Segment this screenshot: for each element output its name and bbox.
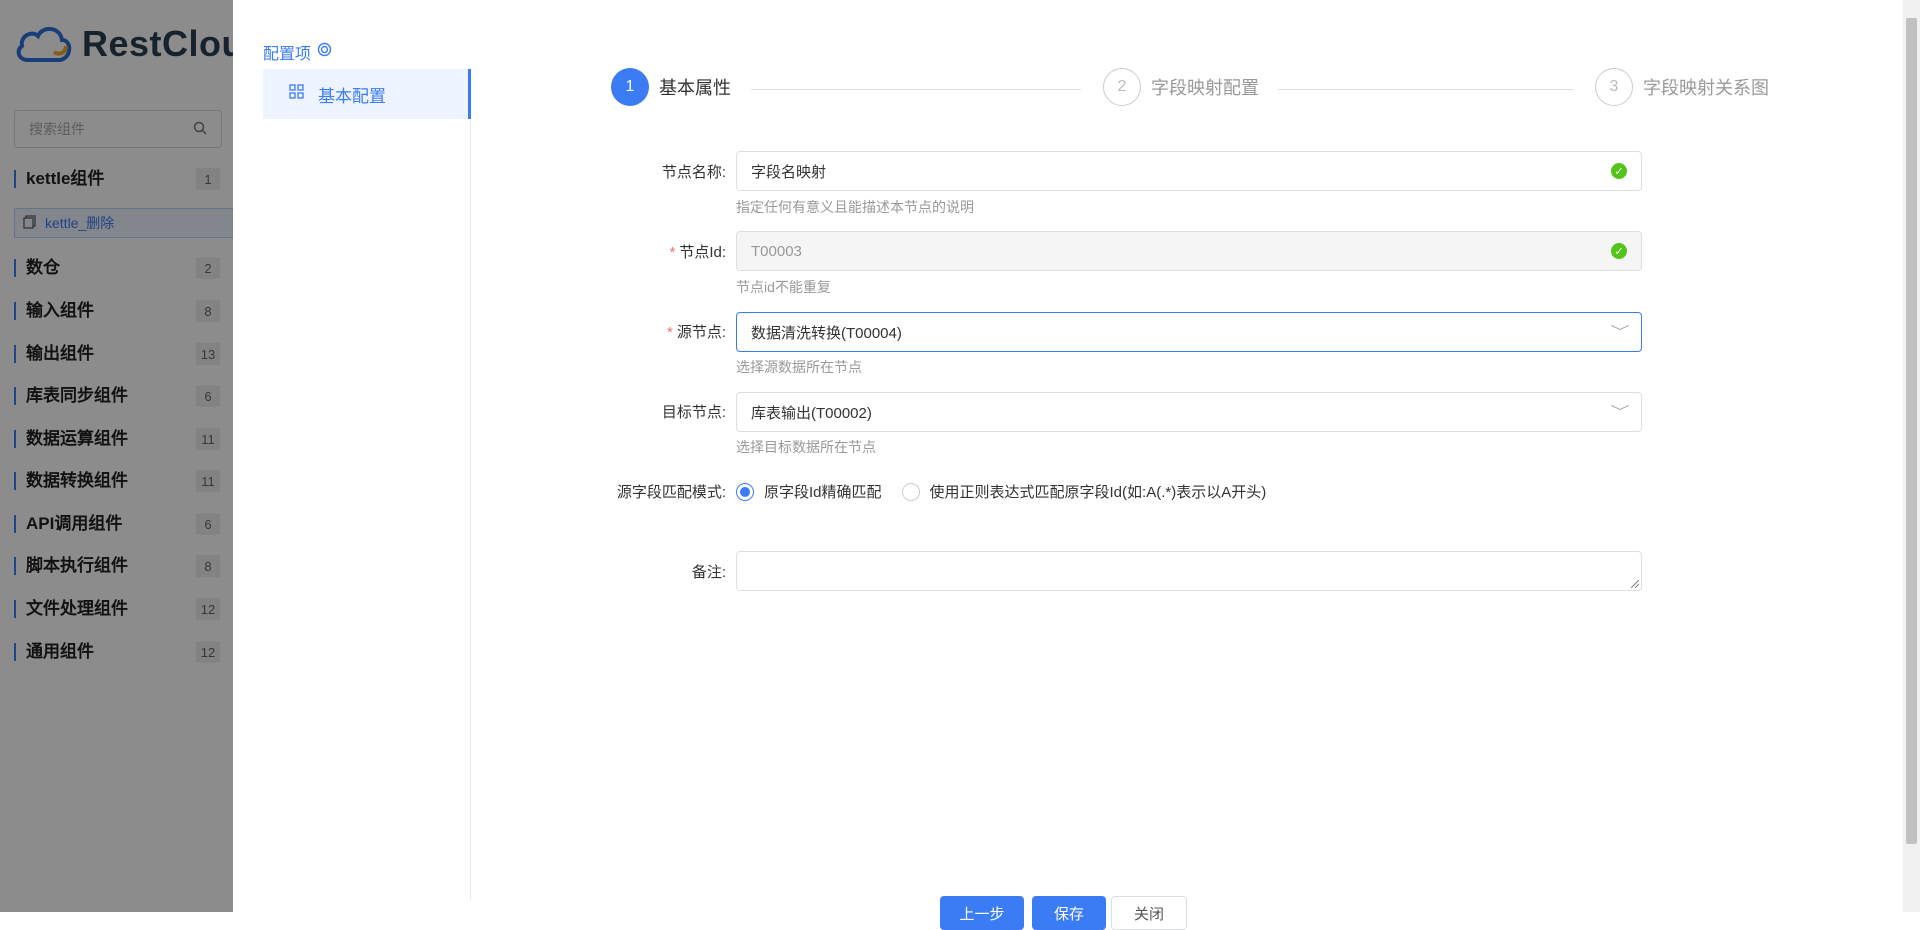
node-name-input[interactable]: 字段名映射 ✓ [736, 151, 1642, 191]
node-id-label: * 节点Id: [526, 241, 726, 262]
label-text: 节点名称: [661, 164, 726, 181]
input-value: T00003 [751, 242, 802, 260]
scrollbar-thumb[interactable] [1906, 18, 1917, 844]
source-node-select[interactable]: 数据清洗转换(T00004) ﹀ [736, 312, 1642, 352]
save-button[interactable]: 保存 [1032, 896, 1106, 930]
config-title: 配置项 [263, 40, 332, 64]
target-node-label: 目标节点: [526, 401, 726, 422]
target-icon [317, 42, 332, 62]
label-text: 节点Id: [679, 244, 726, 261]
label-text: 源节点: [676, 324, 726, 341]
target-node-hint: 选择目标数据所在节点 [736, 439, 876, 455]
match-mode-radio-group: 原字段Id精确匹配 使用正则表达式匹配原字段Id(如:A(.*)表示以A开头) [736, 481, 1286, 502]
required-mark: * [669, 244, 676, 261]
node-id-hint: 节点id不能重复 [736, 279, 831, 295]
radio-label[interactable]: 使用正则表达式匹配原字段Id(如:A(.*)表示以A开头) [930, 481, 1267, 502]
remark-label: 备注: [526, 561, 726, 582]
step-2[interactable]: 2 字段映射配置 [1103, 68, 1259, 106]
source-node-label: * 源节点: [526, 321, 726, 342]
match-mode-label: 源字段匹配模式: [526, 481, 726, 502]
chevron-down-icon: ﹀ [1610, 324, 1630, 340]
label-text: 源字段匹配模式: [616, 484, 726, 501]
step-connector [1278, 89, 1573, 90]
radio-label[interactable]: 原字段Id精确匹配 [764, 481, 882, 502]
label-text: 备注: [691, 564, 726, 581]
node-id-input[interactable]: T00003 ✓ [736, 231, 1642, 271]
radio-regex-match[interactable] [901, 482, 920, 501]
chevron-down-icon: ﹀ [1610, 404, 1630, 420]
step-label: 基本属性 [659, 78, 731, 98]
step-label: 字段映射配置 [1151, 78, 1259, 98]
check-circle-icon: ✓ [1611, 163, 1627, 179]
scrollbar[interactable] [1903, 0, 1920, 912]
resize-handle-icon[interactable] [1631, 580, 1639, 588]
step-1[interactable]: 1 基本属性 [611, 68, 731, 106]
step-number: 1 [611, 68, 649, 106]
close-button[interactable]: 关闭 [1111, 896, 1187, 930]
previous-step-button[interactable]: 上一步 [940, 896, 1024, 930]
menu-item-label: 基本配置 [318, 86, 386, 106]
node-name-hint: 指定任何有意义且能描述本节点的说明 [736, 199, 974, 215]
config-title-text: 配置项 [263, 46, 312, 63]
step-label: 字段映射关系图 [1643, 78, 1769, 98]
menu-item-basic-config[interactable]: 基本配置 [263, 69, 471, 119]
label-text: 目标节点: [661, 404, 726, 421]
grid-icon [289, 84, 304, 104]
target-node-select[interactable]: 库表输出(T00002) ﹀ [736, 392, 1642, 432]
source-node-hint: 选择源数据所在节点 [736, 359, 862, 375]
divider [470, 120, 471, 900]
check-circle-icon: ✓ [1611, 243, 1627, 259]
node-name-label: 节点名称: [526, 161, 726, 182]
input-value: 字段名映射 [751, 163, 827, 181]
select-value: 数据清洗转换(T00004) [751, 324, 902, 342]
select-value: 库表输出(T00002) [751, 404, 872, 422]
required-mark: * [666, 324, 673, 341]
step-number: 3 [1595, 68, 1633, 106]
remark-textarea[interactable] [736, 551, 1642, 591]
radio-exact-match[interactable] [736, 482, 754, 501]
config-drawer: 配置项 基本配置 1 基本属性 2 字段映射配置 3 字段映射关系图 节点名称:… [233, 0, 1920, 930]
step-number: 2 [1103, 68, 1141, 106]
step-3[interactable]: 3 字段映射关系图 [1595, 68, 1769, 106]
step-connector [751, 89, 1081, 90]
